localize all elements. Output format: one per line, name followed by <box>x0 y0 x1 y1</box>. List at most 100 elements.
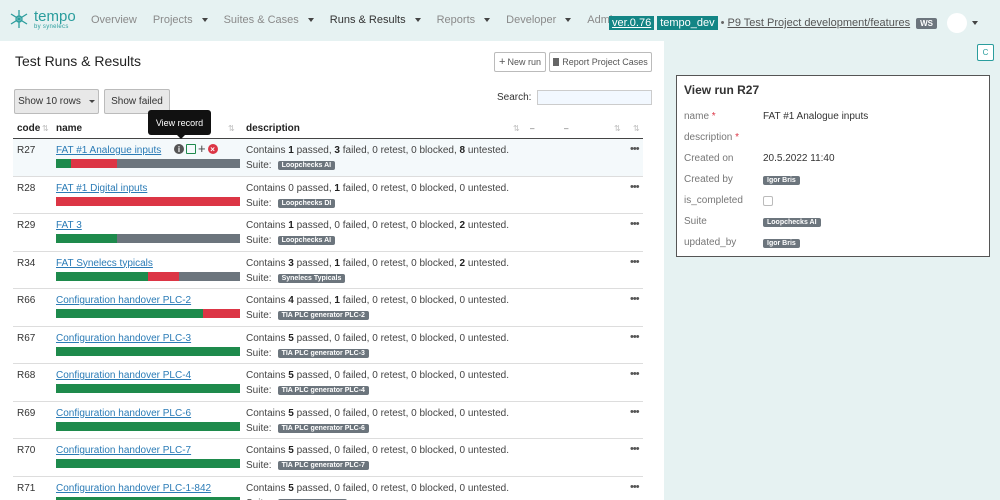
nav-developer[interactable]: Developer <box>506 14 572 26</box>
count-retest: 0 <box>372 370 378 381</box>
count-failed: 0 <box>334 482 340 494</box>
run-name-link[interactable]: Configuration handover PLC-3 <box>56 333 191 344</box>
table-row[interactable]: R34 FAT Synelecs typicals Contains 3 passe… <box>13 252 643 289</box>
avatar[interactable] <box>947 13 967 33</box>
table-row[interactable]: R70 Configuration handover PLC-7 Contains … <box>13 439 643 477</box>
more-icon[interactable]: ••• <box>630 218 640 230</box>
run-name-link[interactable]: Configuration handover PLC-4 <box>56 370 191 381</box>
sort-icon[interactable]: ⇅ <box>228 124 235 133</box>
label-passed: passed <box>296 332 329 344</box>
run-description: Contains 5 passed, 0 failed, 0 retest, 0… <box>246 445 510 456</box>
label-blocked: blocked <box>419 407 454 419</box>
label-untested: untested <box>467 370 507 381</box>
more-icon[interactable]: ••• <box>630 181 640 193</box>
report-project-cases-button[interactable]: Report Project Cases <box>549 52 652 72</box>
col-description[interactable]: description <box>246 123 300 134</box>
more-icon[interactable]: ••• <box>630 293 640 305</box>
more-icon[interactable]: ••• <box>630 481 640 493</box>
nav-reports[interactable]: Reports <box>437 14 491 26</box>
run-name-link[interactable]: Configuration handover PLC-7 <box>56 445 191 456</box>
count-untested: 2 <box>459 220 466 231</box>
suite-label: Suite: <box>246 385 272 396</box>
table-row[interactable]: R28 FAT #1 Digital inputs Contains 0 passe… <box>13 177 643 214</box>
label-retest: retest <box>380 145 406 156</box>
run-code: R66 <box>17 295 36 306</box>
run-name-link[interactable]: FAT 3 <box>56 220 82 231</box>
run-name-link[interactable]: FAT #1 Digital inputs <box>56 183 147 194</box>
count-passed: 5 <box>288 445 294 456</box>
progress-passed <box>56 421 240 431</box>
version-link[interactable]: ver.0.76 <box>609 16 655 30</box>
run-description: Contains 1 passed, 3 failed, 0 retest, 0… <box>246 145 510 156</box>
label-failed: failed <box>342 257 367 269</box>
progress-bar <box>56 346 240 356</box>
project-link[interactable]: P9 Test Project development/features <box>727 17 910 29</box>
table-row[interactable]: R29 FAT 3 Contains 1 passed, 0 failed, 0 r… <box>13 214 643 252</box>
plus-icon[interactable]: + <box>198 142 206 155</box>
count-retest: 0 <box>372 407 378 419</box>
table-header: code ⇅ name ⇅ description ⇅ – – ⇅ ⇅ <box>13 121 643 139</box>
more-icon[interactable]: ••• <box>630 406 640 418</box>
show-rows-label: Show 10 rows <box>18 96 81 107</box>
table-row[interactable]: R68 Configuration handover PLC-4 Contains … <box>13 364 643 402</box>
run-name-link[interactable]: Configuration handover PLC-1-842 <box>56 483 211 494</box>
label-passed: passed <box>296 407 329 419</box>
sort-icon[interactable]: ⇅ <box>513 124 520 133</box>
field-label: Suite <box>684 216 707 227</box>
info-icon[interactable]: i <box>174 144 184 154</box>
label-passed: passed <box>296 295 329 306</box>
sort-icon[interactable]: ⇅ <box>633 124 640 133</box>
count-untested: 0 <box>459 482 466 494</box>
table-row[interactable]: R69 Configuration handover PLC-6 Contains … <box>13 402 643 439</box>
search-input[interactable] <box>537 90 652 105</box>
count-retest: 0 <box>372 257 378 269</box>
label-retest: retest <box>380 332 406 344</box>
table-row[interactable]: R67 Configuration handover PLC-3 Contains … <box>13 327 643 364</box>
label-untested: untested <box>467 445 507 456</box>
new-run-button[interactable]: + New run <box>494 52 546 72</box>
field-label: description * <box>684 132 739 143</box>
suite-badge: Loopchecks DI <box>277 198 336 208</box>
sort-icon[interactable]: ⇅ <box>42 124 49 133</box>
label-untested: untested <box>467 145 507 156</box>
run-name-link[interactable]: FAT Synelecs typicals <box>56 258 153 269</box>
count-passed: 1 <box>288 220 294 231</box>
more-icon[interactable]: ••• <box>630 256 640 268</box>
col-name[interactable]: name <box>56 123 82 134</box>
nav-projects[interactable]: Projects <box>153 14 208 26</box>
run-name-link[interactable]: FAT #1 Analogue inputs <box>56 145 161 156</box>
progress-bar <box>56 496 240 500</box>
brand-logo[interactable]: tempo by synelecs <box>8 8 76 30</box>
more-icon[interactable]: ••• <box>630 443 640 455</box>
more-icon[interactable]: ••• <box>630 331 640 343</box>
table-row[interactable]: R27 FAT #1 Analogue inputs i + × Contains 1 p… <box>13 139 643 177</box>
run-name-link[interactable]: Configuration handover PLC-6 <box>56 408 191 419</box>
nav-overview[interactable]: Overview <box>91 14 137 26</box>
table-row[interactable]: R66 Configuration handover PLC-2 Contains … <box>13 289 643 327</box>
label-passed: passed <box>296 370 329 381</box>
plus-icon: + <box>499 56 506 68</box>
chevron-down-icon[interactable] <box>972 21 978 25</box>
run-suite: Suite: Loopchecks AI <box>246 235 336 246</box>
close-panel-button[interactable]: C <box>977 44 994 61</box>
count-failed: 1 <box>334 295 340 306</box>
delete-icon[interactable]: × <box>207 144 218 154</box>
run-name-link[interactable]: Configuration handover PLC-2 <box>56 295 191 306</box>
sort-icon[interactable]: ⇅ <box>614 124 621 133</box>
run-description: Contains 5 passed, 0 failed, 0 retest, 0… <box>246 370 510 381</box>
run-suite: Suite: TIA PLC generator PLC-3 <box>246 348 369 359</box>
show-rows-dropdown[interactable]: Show 10 rows <box>14 89 99 114</box>
table-row[interactable]: R71 Configuration handover PLC-1-842 Conta… <box>13 477 643 500</box>
count-passed: 5 <box>288 407 294 419</box>
nav-label: Reports <box>436 14 476 26</box>
nav-suites-cases[interactable]: Suites & Cases <box>224 14 314 26</box>
label-blocked: blocked <box>419 182 454 194</box>
label-blocked: blocked <box>419 220 454 231</box>
nav-runs-results[interactable]: Runs & Results <box>330 14 421 26</box>
label-failed: failed <box>342 182 367 194</box>
is-completed-checkbox[interactable] <box>763 196 773 206</box>
more-icon[interactable]: ••• <box>630 143 640 155</box>
more-icon[interactable]: ••• <box>630 368 640 380</box>
edit-icon[interactable] <box>186 144 196 154</box>
col-code[interactable]: code <box>17 123 40 134</box>
